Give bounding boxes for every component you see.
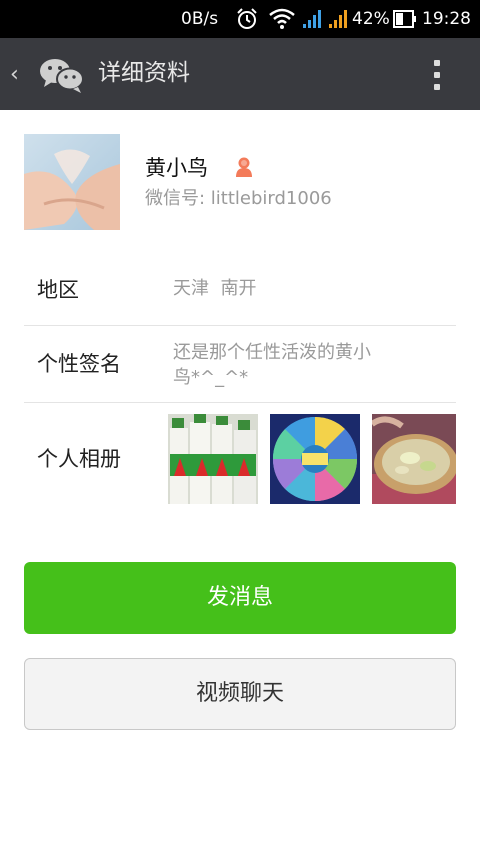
title-bar: ‹ 详细资料 xyxy=(0,38,480,110)
wechat-id: 微信号: littlebird1006 xyxy=(145,188,332,209)
signature-value-line1: 还是那个任性活泼的黄小 xyxy=(173,342,371,363)
status-bar: 0B/s 42% 19:28 xyxy=(0,0,480,38)
avatar[interactable] xyxy=(24,134,120,230)
page-title: 详细资料 xyxy=(98,60,190,86)
more-vertical-icon xyxy=(434,60,440,66)
video-chat-button[interactable]: 视频聊天 xyxy=(24,658,456,730)
region-label: 地区 xyxy=(37,278,79,302)
network-speed: 0B/s xyxy=(181,9,219,29)
more-options-button[interactable] xyxy=(420,56,454,94)
wifi-icon xyxy=(268,0,296,38)
divider xyxy=(24,325,456,326)
album-label: 个人相册 xyxy=(37,447,121,471)
send-message-button[interactable]: 发消息 xyxy=(24,562,456,634)
signature-label: 个性签名 xyxy=(37,352,121,376)
chevron-left-icon: ‹ xyxy=(10,62,19,87)
female-icon xyxy=(234,156,254,178)
battery-percent: 42% xyxy=(352,9,390,29)
signal-icon xyxy=(328,0,350,38)
wechat-logo-icon xyxy=(38,56,86,98)
profile-name: 黄小鸟 xyxy=(145,156,208,180)
album-photo-food[interactable] xyxy=(372,414,456,504)
clock: 19:28 xyxy=(422,9,471,29)
region-value: 天津 南开 xyxy=(173,278,257,299)
back-button[interactable]: ‹ xyxy=(6,56,90,94)
signal-icon xyxy=(302,0,324,38)
album-photo-wheel[interactable] xyxy=(270,414,360,504)
divider xyxy=(24,402,456,403)
signature-value-line2: 鸟*^_^* xyxy=(173,367,249,388)
battery-icon xyxy=(393,0,417,38)
album-photo-bottles[interactable] xyxy=(168,414,258,504)
alarm-icon xyxy=(234,0,260,38)
